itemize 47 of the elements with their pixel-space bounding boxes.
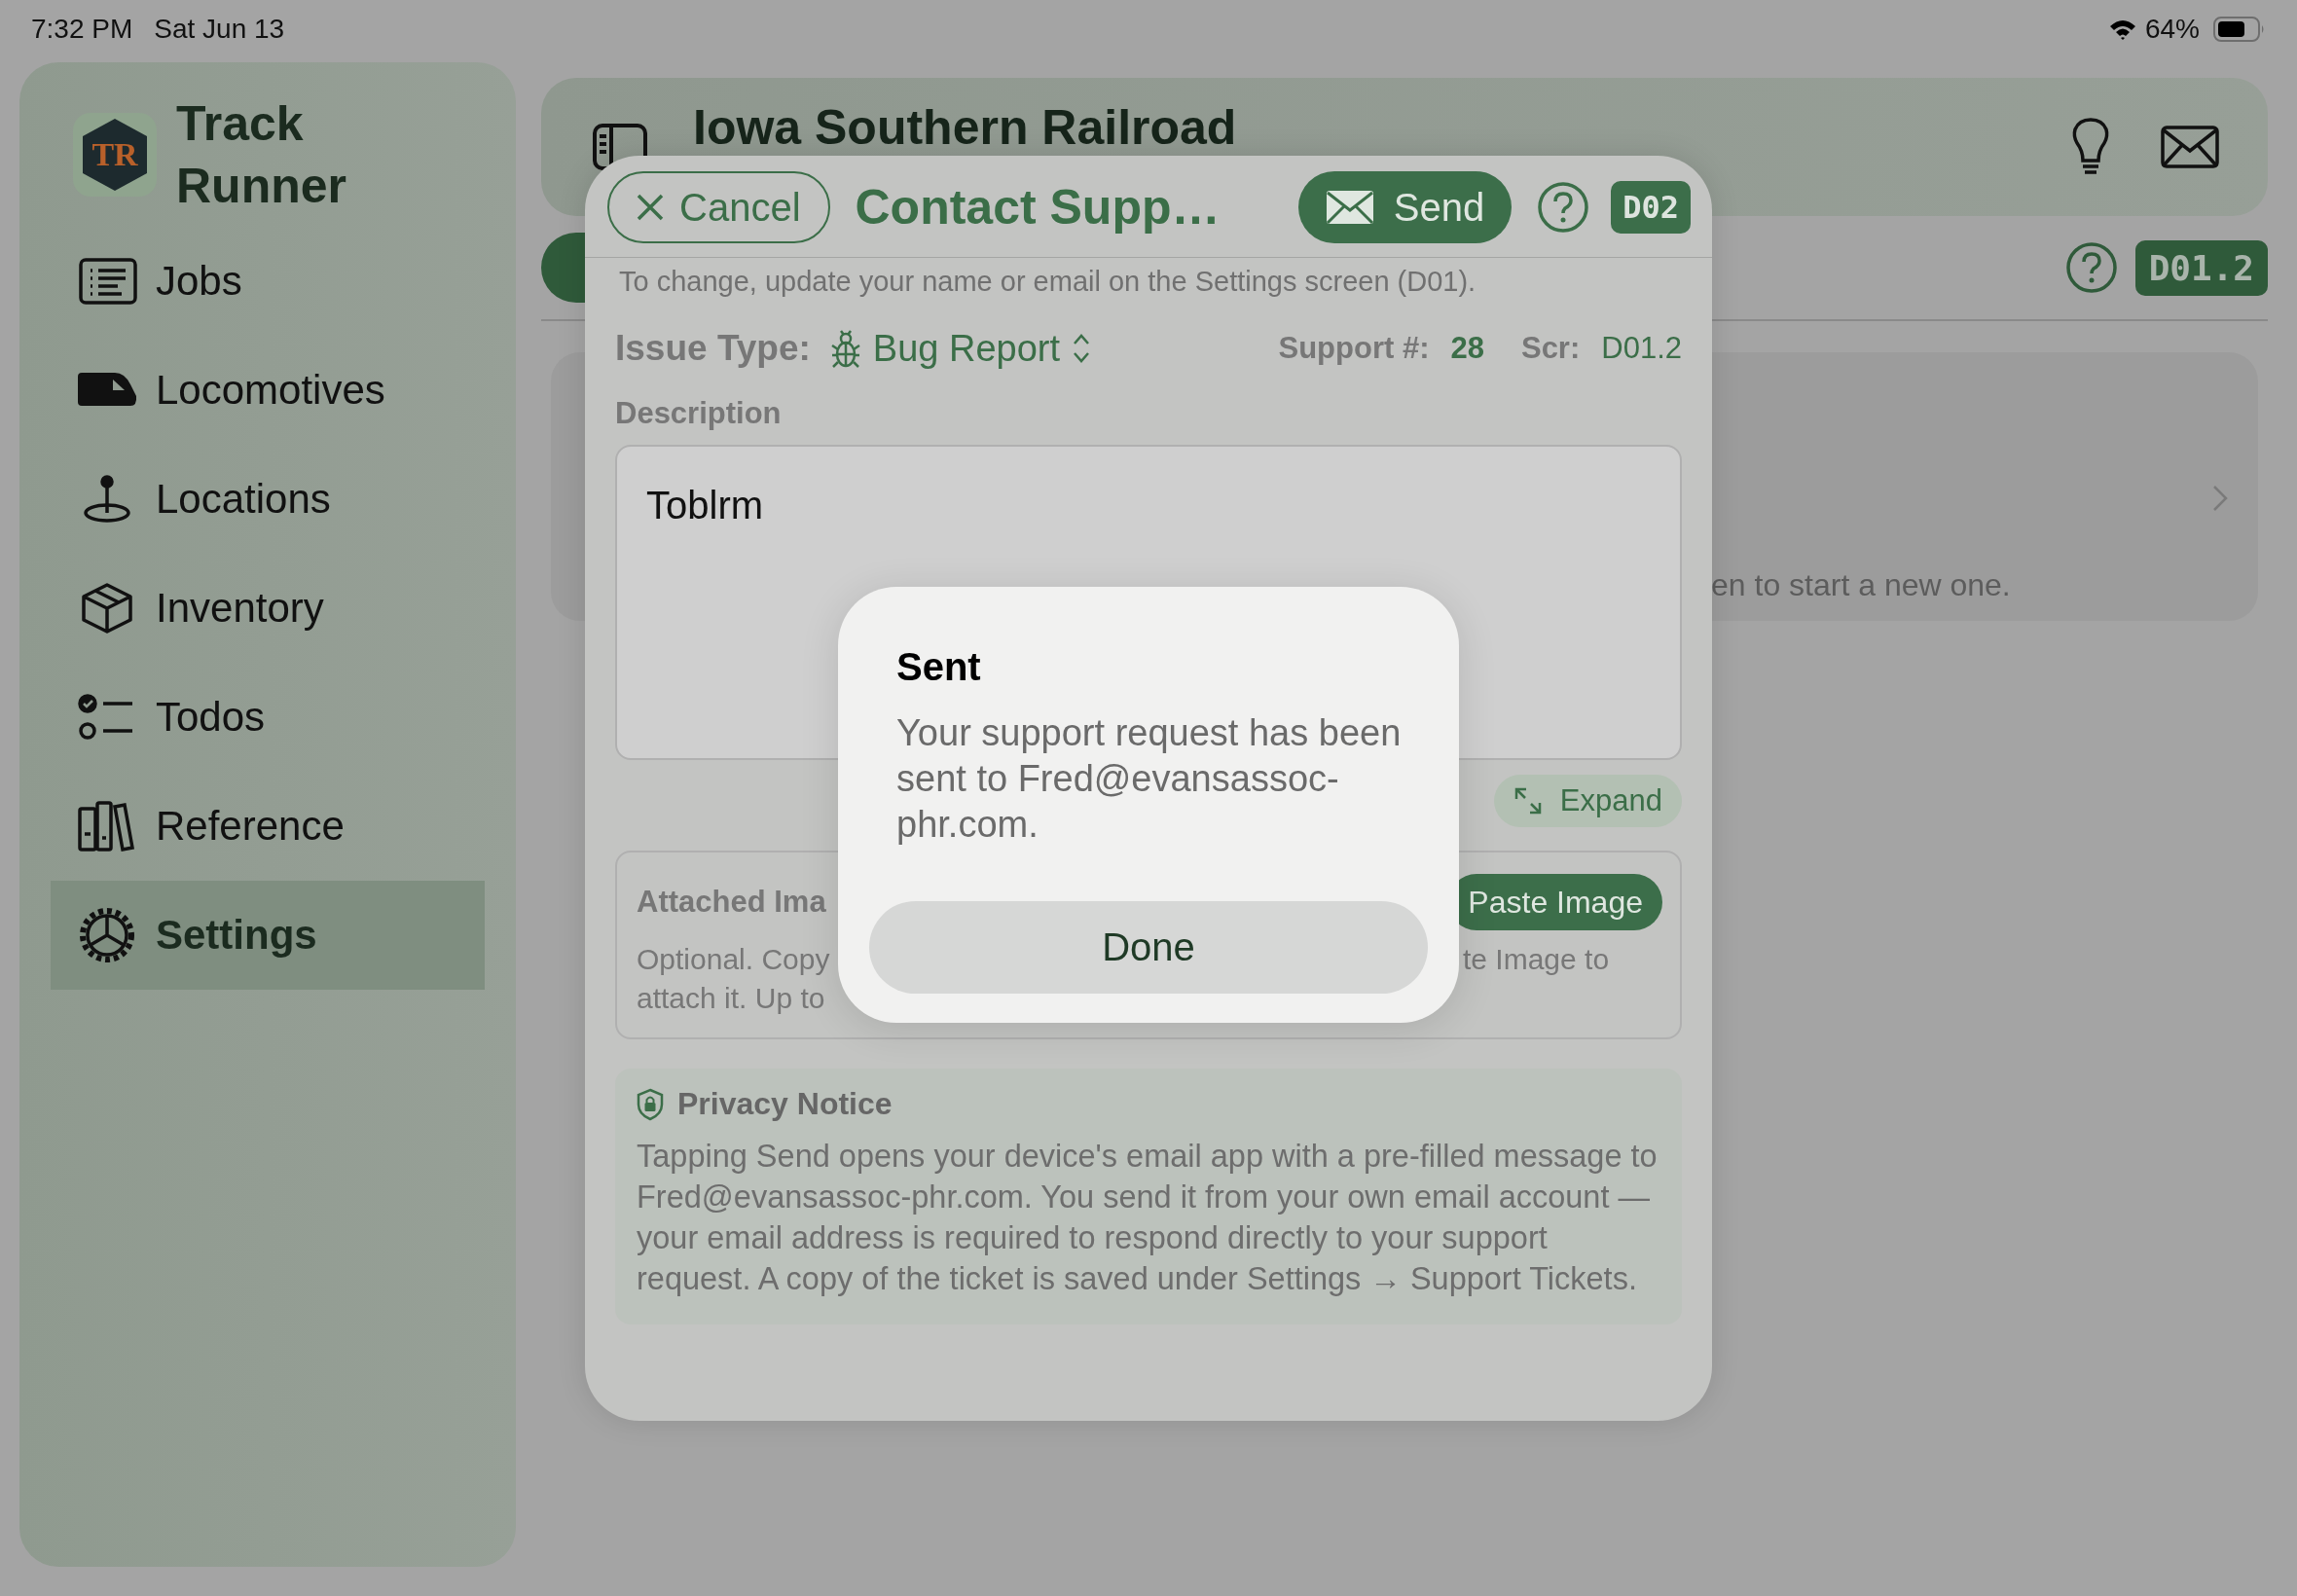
description-label: Description <box>615 396 783 431</box>
screen-label: Scr: <box>1520 331 1581 366</box>
sheet-title: Contact Supp… <box>855 179 1221 236</box>
sidebar-item[interactable]: Inventory <box>51 554 485 663</box>
help-icon[interactable] <box>2064 241 2118 294</box>
app-name: Track Runner <box>176 94 347 215</box>
sidebar-item[interactable]: Settings <box>51 881 485 990</box>
status-date: Sat Jun 13 <box>154 14 285 45</box>
done-button[interactable]: Done <box>869 901 1428 994</box>
chevron-up-down-icon <box>1072 332 1092 365</box>
issue-type-label: Issue Type: <box>615 328 811 369</box>
alert-title: Sent <box>896 645 982 689</box>
attachments-hint: Optional. Copy attach it. Up to <box>637 942 830 1016</box>
attachments-title: Attached Ima <box>637 885 826 920</box>
app-logo: TR <box>73 112 157 197</box>
screen-code-badge: D02 <box>1611 181 1691 234</box>
sidebar-item[interactable]: Locations <box>51 445 485 554</box>
sidebar-item[interactable]: Todos <box>51 663 485 772</box>
cancel-button[interactable]: Cancel <box>607 171 830 243</box>
sidebar-item[interactable]: Reference <box>51 772 485 881</box>
battery-percent: 64% <box>2144 14 2200 45</box>
privacy-notice-text: Tapping Send opens your device's email app with a pre-filled message to Fred@evansassoc-phr.com. You send it from your own email account — your email address is required to respond directly to your support request. A copy of the ticket is saved under Settings → Support Tickets. <box>637 1138 1659 1298</box>
sidebar-item[interactable]: Locomotives <box>51 336 485 445</box>
send-button[interactable]: Send <box>1297 171 1513 243</box>
info-note: To change, update your name or email on the Settings screen (D01). <box>619 266 1477 298</box>
lightbulb-icon[interactable] <box>2071 118 2110 176</box>
privacy-notice-title: Privacy Notice <box>677 1086 893 1122</box>
issue-type-picker[interactable]: Bug Report <box>829 327 1092 370</box>
screen-code-badge: D01.2 <box>2134 239 2268 296</box>
battery-icon <box>2213 17 2266 42</box>
mail-icon <box>1325 190 1374 225</box>
alert-message: Your support request has been sent to Fred@evansassoc- phr.com. <box>896 711 1403 847</box>
sidebar-item[interactable]: Jobs <box>51 227 485 336</box>
page-title: Iowa Southern Railroad <box>693 99 1237 156</box>
help-icon[interactable] <box>1537 181 1590 234</box>
attachments-hint: te Image to <box>1463 942 1611 977</box>
expand-arrows-icon <box>1513 786 1543 816</box>
shield-lock-icon <box>637 1087 664 1121</box>
chevron-right-icon <box>2211 484 2229 513</box>
support-number-label: Support #: <box>1278 331 1430 366</box>
status-time: 7:32 PM <box>31 14 133 45</box>
card-text: en to start a new one. <box>1711 567 2012 603</box>
bug-icon <box>829 328 861 369</box>
support-number: 28 <box>1450 331 1484 366</box>
screen-value: D01.2 <box>1601 331 1682 366</box>
close-icon <box>635 192 666 223</box>
mail-icon[interactable] <box>2161 126 2219 168</box>
